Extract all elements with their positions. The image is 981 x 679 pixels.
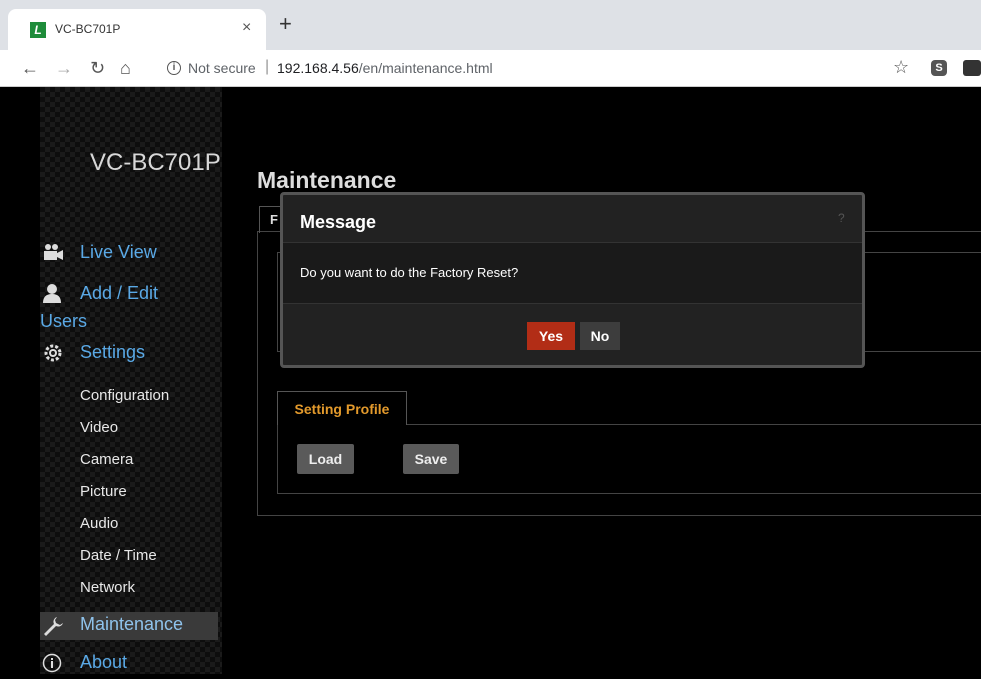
video-camera-icon [42,243,64,267]
home-icon[interactable]: ⌂ [120,57,131,79]
dialog-title: Message [300,212,377,232]
save-button[interactable]: Save [403,444,459,474]
back-icon[interactable]: ← [21,57,39,79]
reload-icon[interactable]: ↻ [90,57,105,79]
url-path: /en/maintenance.html [358,60,493,76]
no-button[interactable]: No [580,322,620,350]
site-favicon-icon: L [30,22,46,38]
url-text: 192.168.4.56/en/maintenance.html [277,60,493,76]
extension-s-icon[interactable]: S [931,60,947,76]
nav-camera[interactable]: Camera [80,451,133,468]
extension-icon[interactable] [963,60,981,76]
gear-icon [42,342,64,370]
message-dialog: Message ? Do you want to do the Factory … [280,192,865,368]
address-bar[interactable]: i Not secure | 192.168.4.56/en/maintenan… [155,55,925,82]
nav-configuration[interactable]: Configuration [80,387,169,404]
wrench-icon [42,615,64,643]
browser-tab[interactable]: L VC-BC701P × [8,9,266,50]
nav-add-edit-users-line2[interactable]: Users [40,311,87,332]
tab-title: VC-BC701P [55,22,121,36]
setting-profile-panel [277,424,981,494]
browser-tabbar: L VC-BC701P × + [0,0,981,50]
tab-close-icon[interactable]: × [242,19,251,37]
not-secure-label: Not secure [188,60,256,76]
help-icon[interactable]: ? [838,211,845,225]
model-name: VC-BC701P [90,149,221,176]
page: VC-BC701P Live View Add / Edit Users Set… [0,87,981,674]
nav-network[interactable]: Network [80,579,135,596]
bookmark-star-icon[interactable]: ☆ [893,57,909,78]
nav-video[interactable]: Video [80,419,118,436]
nav-settings[interactable]: Settings [80,342,145,363]
tab-setting-profile[interactable]: Setting Profile [277,391,407,425]
user-icon [42,283,62,309]
dialog-message: Do you want to do the Factory Reset? [300,265,519,280]
nav-live-view[interactable]: Live View [80,242,157,263]
dialog-body: Do you want to do the Factory Reset? [283,242,862,304]
page-title: Maintenance [257,167,397,193]
info-icon[interactable]: i [167,61,181,75]
about-info-icon [42,653,62,679]
load-button[interactable]: Load [297,444,354,474]
browser-toolbar: ← → ↻ ⌂ i Not secure | 192.168.4.56/en/m… [0,50,981,87]
nav-picture[interactable]: Picture [80,483,127,500]
url-host: 192.168.4.56 [277,60,359,76]
nav-date-time[interactable]: Date / Time [80,547,157,564]
yes-button[interactable]: Yes [527,322,575,350]
new-tab-icon[interactable]: + [279,13,292,35]
nav-audio[interactable]: Audio [80,515,118,532]
nav-add-edit-users[interactable]: Add / Edit [80,283,158,304]
nav-maintenance[interactable]: Maintenance [80,614,183,635]
nav-about[interactable]: About [80,652,127,673]
url-separator: | [265,58,270,75]
forward-icon[interactable]: → [55,57,73,79]
